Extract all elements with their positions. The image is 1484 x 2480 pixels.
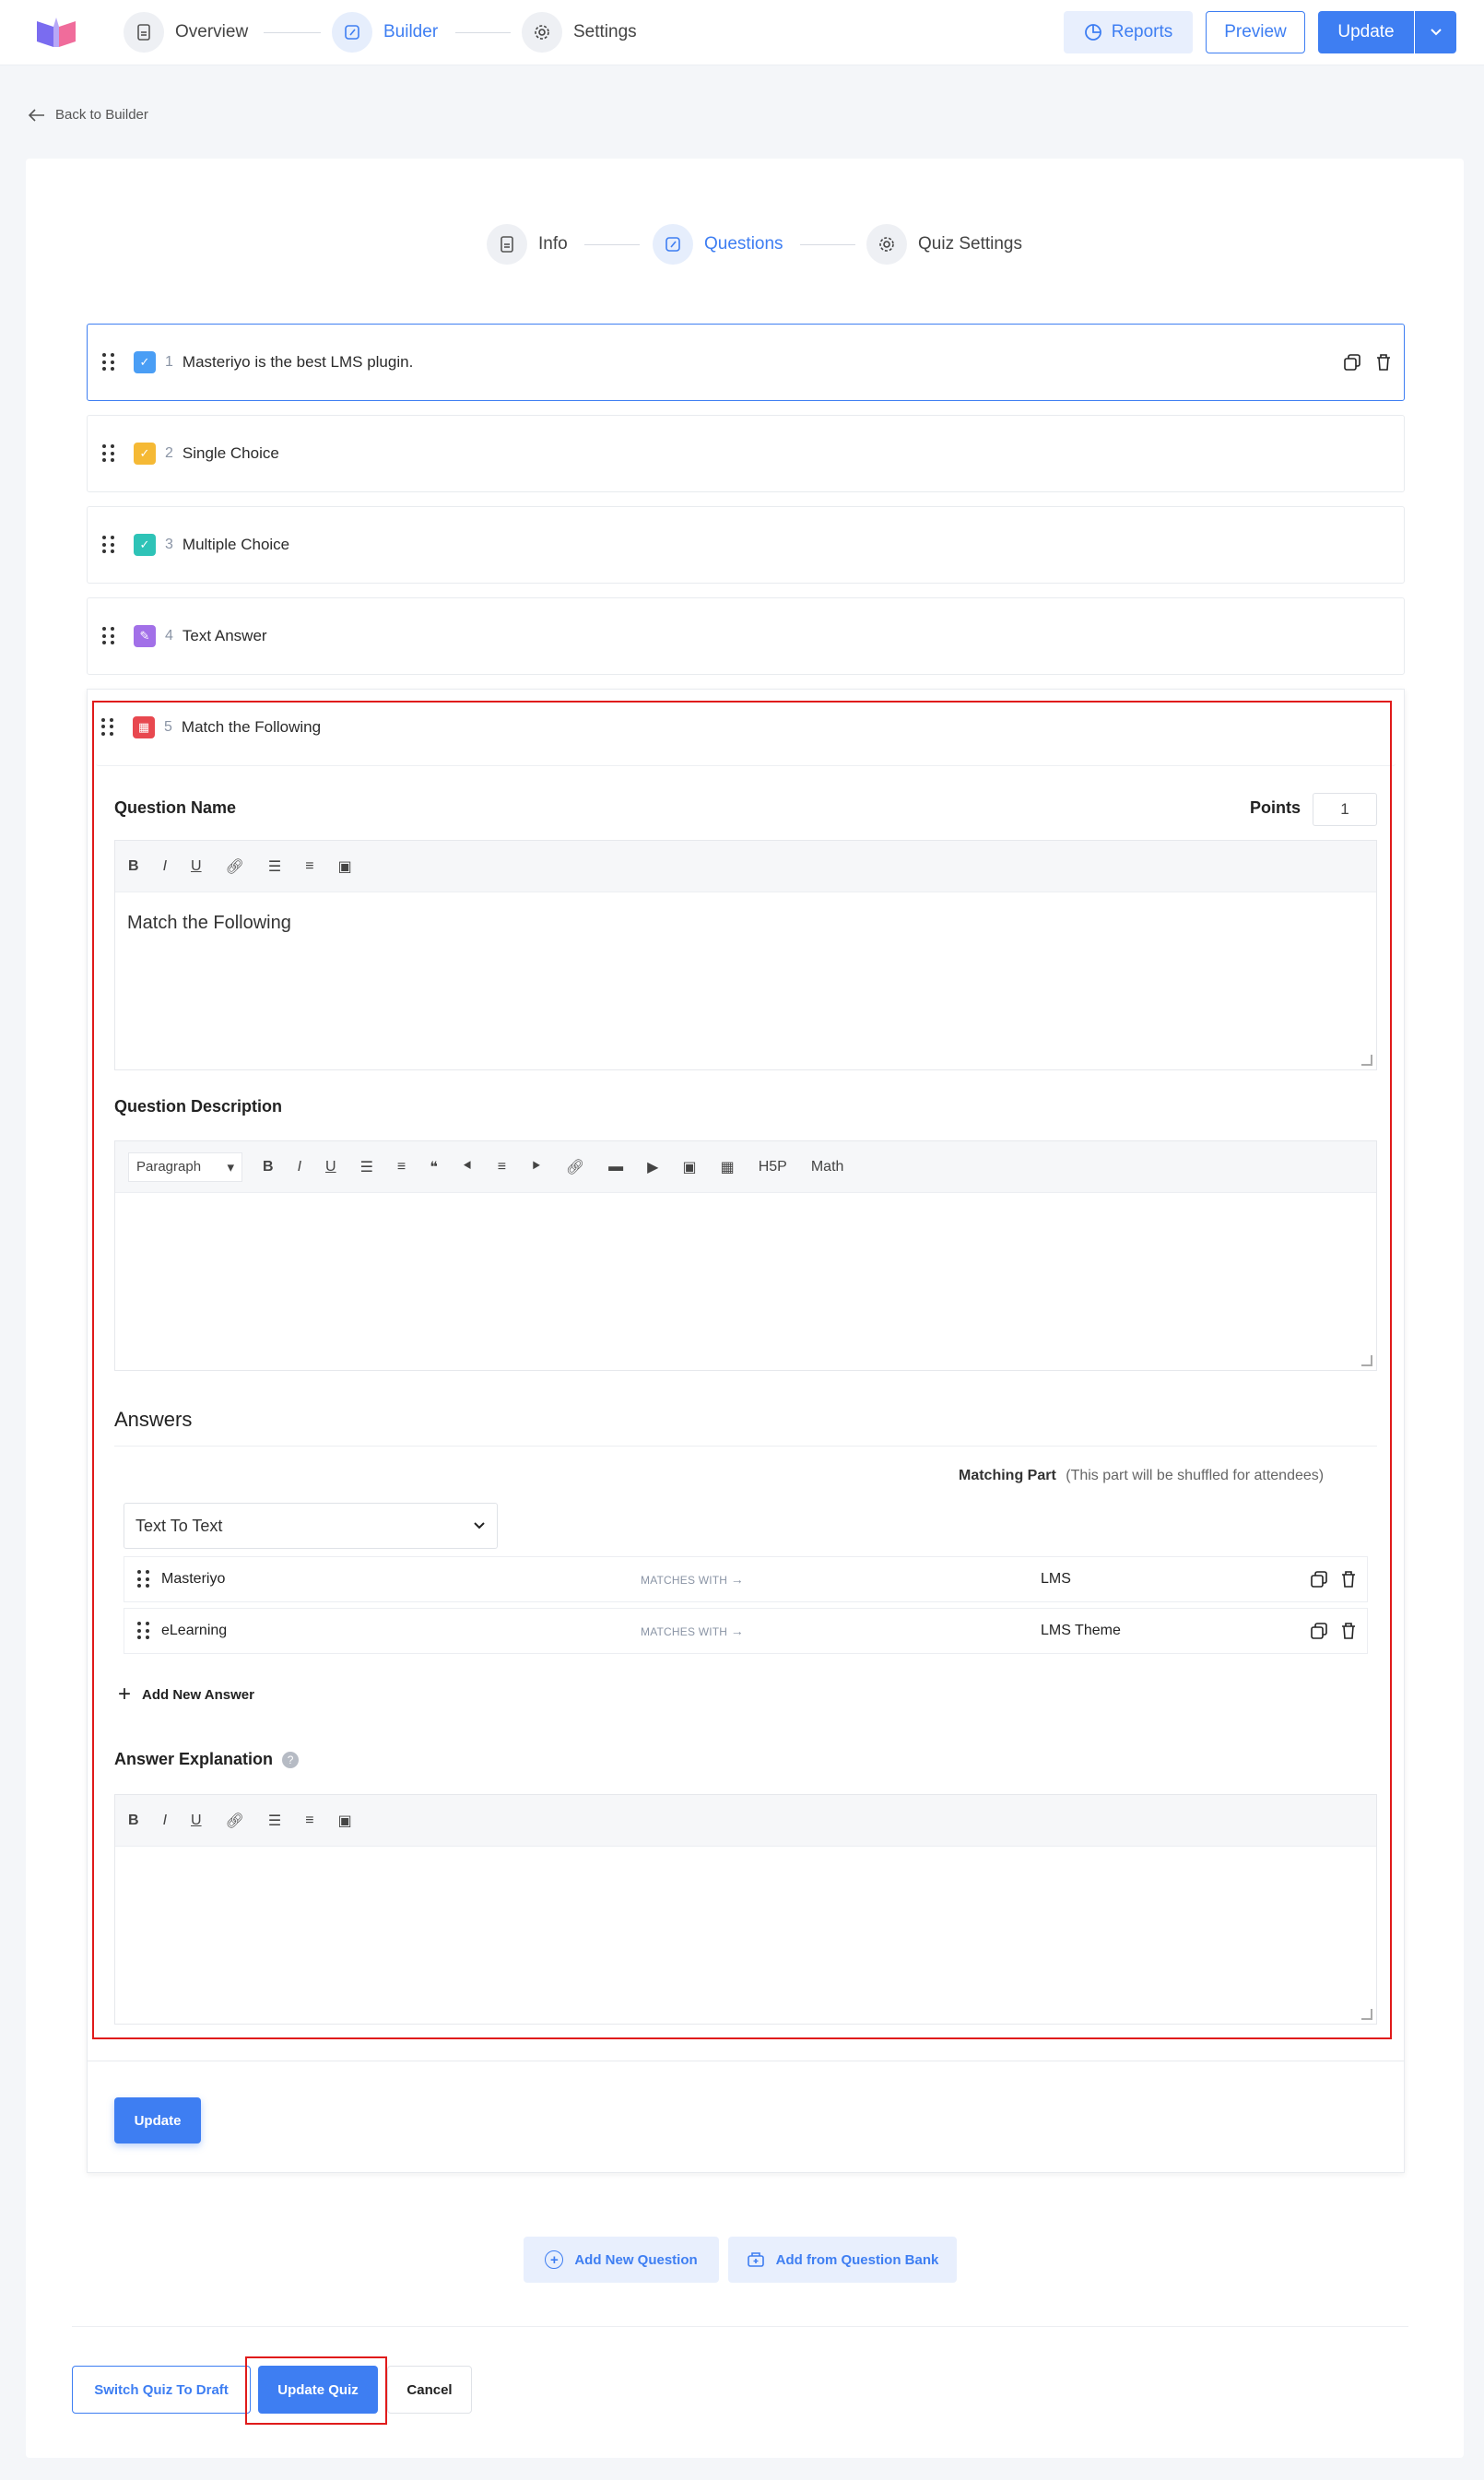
gear-icon <box>866 224 907 265</box>
drag-handle-icon[interactable] <box>102 353 115 372</box>
question-row[interactable]: ✎ 4 Text Answer <box>87 597 1405 675</box>
step-label: Settings <box>573 22 637 41</box>
step-label: Overview <box>175 22 249 41</box>
preview-label: Preview <box>1224 22 1287 41</box>
pie-chart-icon <box>1084 24 1101 41</box>
drag-handle-icon[interactable] <box>102 627 115 645</box>
cancel-button[interactable]: Cancel <box>387 2366 472 2414</box>
substep-label: Info <box>538 234 568 254</box>
chevron-down-icon <box>1430 29 1442 36</box>
substep-label: Quiz Settings <box>918 234 1022 254</box>
add-bank-label: Add from Question Bank <box>775 2251 939 2268</box>
question-name: Text Answer <box>182 627 267 644</box>
add-question-label: Add New Question <box>574 2251 698 2268</box>
step-overview[interactable]: Overview <box>124 11 248 53</box>
preview-button[interactable]: Preview <box>1206 11 1305 53</box>
step-divider <box>455 32 511 33</box>
step-divider <box>264 32 321 33</box>
multiple-choice-icon: ✓ <box>134 534 156 556</box>
update-question-label: Update <box>134 2112 182 2129</box>
reports-button[interactable]: Reports <box>1064 11 1193 53</box>
edit-icon <box>332 12 372 53</box>
question-name: Single Choice <box>182 444 279 462</box>
question-number: 4 <box>165 628 173 644</box>
highlight-box <box>92 701 1392 2039</box>
true-false-icon: ✓ <box>134 351 156 373</box>
step-label: Builder <box>383 22 439 41</box>
question-row[interactable]: ✓ 1 Masteriyo is the best LMS plugin. <box>87 324 1405 401</box>
question-row[interactable]: ✓ 2 Single Choice <box>87 415 1405 492</box>
plus-circle-icon: + <box>545 2250 564 2269</box>
drag-handle-icon[interactable] <box>102 536 115 554</box>
step-settings[interactable]: Settings <box>522 11 637 53</box>
question-name: Multiple Choice <box>182 536 290 553</box>
add-new-question-button[interactable]: + Add New Question <box>524 2237 719 2283</box>
update-label: Update <box>1337 22 1395 41</box>
drag-handle-icon[interactable] <box>102 444 115 463</box>
divider <box>72 2326 1408 2327</box>
document-icon <box>487 224 527 265</box>
gear-icon <box>522 12 562 53</box>
step-builder[interactable]: Builder <box>332 11 438 53</box>
back-to-builder-link[interactable]: Back to Builder <box>28 107 148 123</box>
document-icon <box>124 12 164 53</box>
update-question-button[interactable]: Update <box>114 2097 201 2143</box>
add-from-question-bank-button[interactable]: Add from Question Bank <box>728 2237 957 2283</box>
question-bank-icon <box>747 2252 764 2267</box>
text-answer-icon: ✎ <box>134 625 156 647</box>
arrow-left-icon <box>28 108 44 122</box>
question-number: 2 <box>165 445 173 461</box>
trash-icon[interactable] <box>1374 353 1393 372</box>
substep-quiz-settings[interactable]: Quiz Settings <box>866 223 1022 266</box>
substep-info[interactable]: Info <box>487 223 568 266</box>
top-bar: Overview Builder Settings Reports Previe… <box>0 0 1484 65</box>
single-choice-icon: ✓ <box>134 443 156 465</box>
substep-label: Questions <box>704 234 783 254</box>
substep-divider <box>800 244 855 245</box>
duplicate-icon[interactable] <box>1343 353 1361 372</box>
cancel-label: Cancel <box>406 2381 453 2398</box>
back-label: Back to Builder <box>55 107 148 123</box>
substep-questions[interactable]: Questions <box>653 223 783 266</box>
question-number: 1 <box>165 354 173 370</box>
question-name: Masteriyo is the best LMS plugin. <box>182 353 414 371</box>
switch-to-draft-button[interactable]: Switch Quiz To Draft <box>72 2366 251 2414</box>
reports-label: Reports <box>1111 22 1173 41</box>
question-row[interactable]: ✓ 3 Multiple Choice <box>87 506 1405 584</box>
question-number: 3 <box>165 537 173 552</box>
update-dropdown-button[interactable] <box>1415 11 1456 53</box>
substep-divider <box>584 244 640 245</box>
draft-label: Switch Quiz To Draft <box>94 2381 229 2398</box>
highlight-box <box>245 2356 387 2425</box>
masteriyo-logo[interactable] <box>35 16 77 49</box>
edit-icon <box>653 224 693 265</box>
update-button[interactable]: Update <box>1318 11 1414 53</box>
